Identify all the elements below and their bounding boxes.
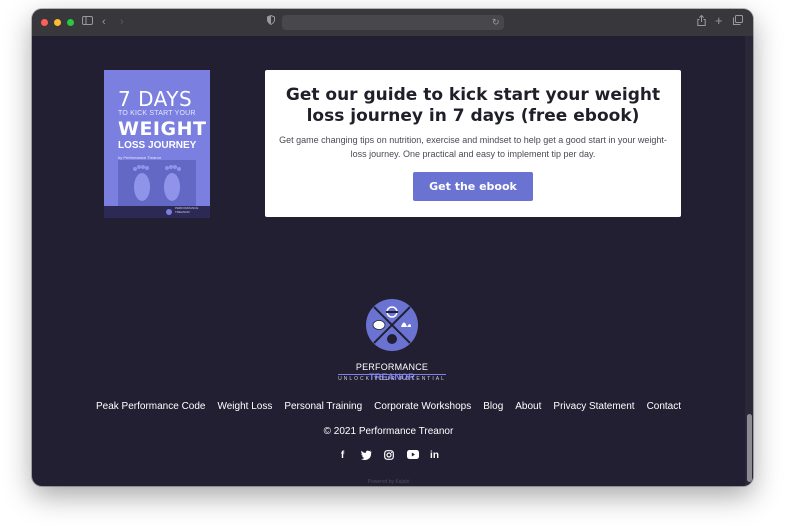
- linkedin-icon[interactable]: in: [430, 450, 440, 462]
- footer-navigation: Peak Performance Code Weight Loss Person…: [32, 401, 745, 412]
- minimize-button[interactable]: [54, 19, 61, 26]
- footer-link-weight-loss[interactable]: Weight Loss: [217, 401, 272, 412]
- footer-link-personal-training[interactable]: Personal Training: [284, 401, 362, 412]
- scrollbar-thumb[interactable]: [747, 414, 752, 482]
- footer-link-blog[interactable]: Blog: [483, 401, 503, 412]
- cta-description: Get game changing tips on nutrition, exe…: [279, 135, 667, 159]
- ebook-cover-image[interactable]: 7 DAYS TO KICK START YOUR WEIGHT LOSS JO…: [104, 70, 210, 218]
- cover-title: 7 DAYS: [118, 87, 193, 111]
- reload-icon[interactable]: ↻: [492, 15, 500, 29]
- footer-link-about[interactable]: About: [515, 401, 541, 412]
- powered-by-text: Powered by Kajabi: [367, 479, 410, 485]
- cover-title-journey: LOSS JOURNEY: [118, 140, 197, 151]
- footer-link-peak-performance-code[interactable]: Peak Performance Code: [96, 401, 206, 412]
- maximize-button[interactable]: [67, 19, 74, 26]
- brand-logo-icon[interactable]: [366, 299, 418, 351]
- share-icon[interactable]: [697, 14, 706, 30]
- footprints-illustration: [118, 160, 196, 206]
- forward-icon[interactable]: ›: [120, 15, 124, 29]
- facebook-icon[interactable]: f: [338, 450, 348, 462]
- footer-link-privacy-statement[interactable]: Privacy Statement: [553, 401, 634, 412]
- browser-toolbar: ‹ › ↻ +: [32, 9, 753, 36]
- footer-link-contact[interactable]: Contact: [647, 401, 681, 412]
- cover-logo-icon: [166, 209, 172, 215]
- copyright-text: © 2021 Performance Treanor: [323, 426, 454, 437]
- sidebar-icon[interactable]: [82, 15, 93, 29]
- close-button[interactable]: [41, 19, 48, 26]
- brand-tagline: UNLOCK YOUR POTENTIAL: [338, 376, 446, 382]
- new-tab-icon[interactable]: +: [715, 14, 723, 28]
- cover-title-weight: WEIGHT: [118, 118, 207, 140]
- youtube-icon[interactable]: [406, 450, 419, 462]
- cover-subtitle: TO KICK START YOUR: [118, 110, 196, 117]
- ebook-cta-card: Get our guide to kick start your weight …: [265, 70, 681, 217]
- twitter-icon[interactable]: [360, 450, 372, 462]
- browser-window: ‹ › ↻ + 7 DAYS TO KICK START YOUR WEIGHT…: [32, 9, 753, 486]
- brand-divider: [338, 374, 446, 375]
- cta-heading: Get our guide to kick start your weight …: [285, 85, 661, 126]
- footer-link-corporate-workshops[interactable]: Corporate Workshops: [374, 401, 471, 412]
- shield-icon[interactable]: [267, 14, 275, 29]
- tabs-overview-icon[interactable]: [733, 15, 743, 29]
- window-controls: [41, 19, 74, 26]
- instagram-icon[interactable]: [383, 450, 394, 462]
- address-bar[interactable]: [282, 15, 504, 30]
- cover-brand: PERFORMANCE TREANOR: [175, 206, 199, 214]
- cover-footer: PERFORMANCE TREANOR: [104, 206, 210, 218]
- brand-name-part1: PERFORMANCE: [355, 362, 429, 372]
- get-ebook-button[interactable]: Get the ebook: [413, 172, 533, 201]
- social-links: f in: [32, 450, 745, 462]
- back-icon[interactable]: ‹: [102, 15, 106, 29]
